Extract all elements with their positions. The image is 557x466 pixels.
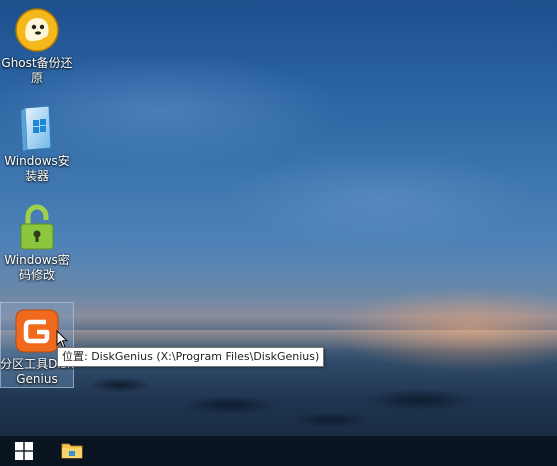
start-button[interactable] [0,436,48,466]
password-lock-icon [13,203,61,251]
windows-installer-icon [13,104,61,152]
windows-logo-icon [15,442,33,460]
icon-tooltip: 位置: DiskGenius (X:\Program Files\DiskGen… [57,347,325,367]
taskbar [0,436,557,466]
diskgenius-icon [13,307,61,355]
desktop-icon-windows-installer[interactable]: Windows安装器 [0,104,74,184]
desktop-icon-label: Windows安装器 [4,154,70,183]
file-explorer-icon [61,443,83,459]
desktop-icon-ghost[interactable]: Ghost备份还原 [0,6,74,86]
ghost-icon [13,6,61,54]
taskbar-file-explorer[interactable] [48,436,96,466]
desktop-icon-windows-password[interactable]: Windows密码修改 [0,203,74,283]
wallpaper-rocks [0,355,557,435]
desktop-icon-label: Ghost备份还原 [1,56,73,85]
desktop-icon-label: Windows密码修改 [4,253,70,282]
